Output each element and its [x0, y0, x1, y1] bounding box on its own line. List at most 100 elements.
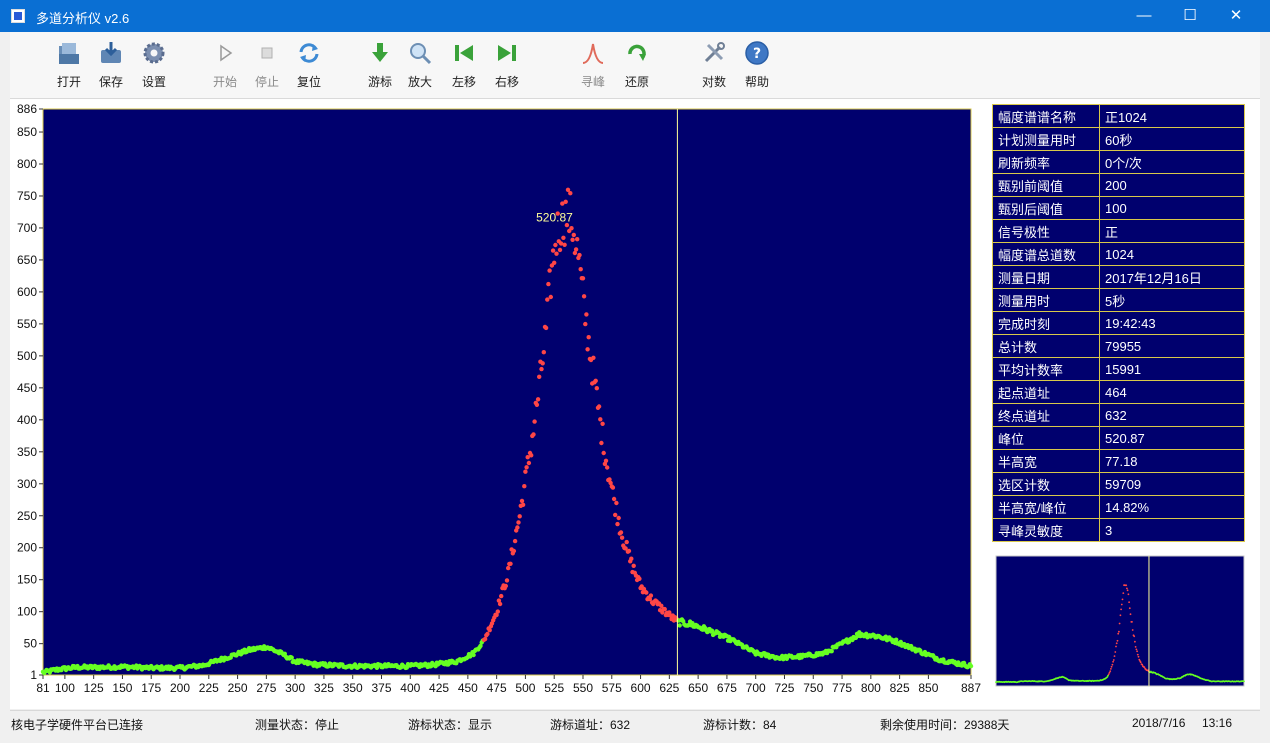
minimap-point	[1126, 587, 1128, 590]
y-tick-label: 300	[17, 477, 37, 491]
info-key: 甄别后阈值	[992, 196, 1100, 220]
data-point	[578, 267, 583, 272]
save-button[interactable]: 保存	[89, 40, 133, 96]
minimap-point	[1108, 671, 1111, 674]
data-point	[529, 453, 534, 458]
data-point	[504, 578, 510, 583]
x-tick-label: 425	[429, 681, 449, 695]
info-key: 幅度谱谱名称	[992, 104, 1100, 128]
info-key: 计划测量用时	[992, 127, 1100, 151]
data-point	[600, 421, 605, 426]
close-button[interactable]: ✕	[1213, 0, 1259, 32]
data-point	[569, 226, 574, 231]
data-point	[577, 252, 582, 258]
data-point	[594, 386, 599, 391]
x-tick-label: 525	[544, 681, 564, 695]
info-row: 终点道址 632	[992, 403, 1245, 427]
minimap-point	[1112, 659, 1115, 661]
data-point	[571, 232, 576, 238]
data-point	[554, 251, 559, 256]
info-row: 平均计数率 15991	[992, 357, 1245, 381]
data-point	[585, 347, 590, 352]
x-tick-label: 800	[861, 681, 881, 695]
info-row: 甄别后阈值 100	[992, 196, 1245, 220]
minimap-point	[1133, 635, 1136, 638]
data-point	[485, 631, 490, 637]
data-point	[516, 520, 521, 525]
minimap-point	[1135, 648, 1138, 651]
minimap-point	[1115, 642, 1118, 645]
info-key: 寻峰灵敏度	[992, 518, 1100, 542]
reset-button[interactable]: 复位	[287, 40, 331, 96]
data-point	[545, 297, 550, 302]
info-row: 寻峰灵敏度 3	[992, 518, 1245, 542]
data-point	[512, 538, 518, 544]
minimap-point	[1110, 665, 1113, 668]
move-right-button[interactable]: 右移	[485, 40, 529, 96]
open-folder-icon	[59, 43, 79, 64]
x-tick-label: 887	[961, 681, 981, 695]
spectrum-chart[interactable]: 1501001502002503003504004505005506006507…	[10, 99, 985, 709]
x-tick-label: 850	[918, 681, 938, 695]
minimap-point	[1243, 680, 1245, 683]
info-value: 3	[1099, 518, 1245, 542]
data-point	[601, 450, 606, 456]
minimap-point	[1110, 668, 1112, 670]
info-row: 测量日期 2017年12月16日	[992, 265, 1245, 289]
stop-button[interactable]: 停止	[245, 40, 289, 96]
minimap-point	[1120, 603, 1123, 606]
data-point	[573, 247, 579, 252]
data-point	[526, 460, 532, 466]
spectrum-minimap[interactable]	[995, 555, 1246, 688]
tools-icon	[704, 42, 725, 63]
data-point	[537, 374, 542, 379]
minimap-point	[1122, 592, 1125, 594]
info-row: 刷新频率 0个/次	[992, 150, 1245, 174]
info-row: 总计数 79955	[992, 334, 1245, 358]
data-point	[591, 355, 596, 360]
info-value: 77.18	[1099, 449, 1245, 473]
maximize-button[interactable]: ☐	[1167, 0, 1213, 32]
help-icon: ?	[745, 41, 769, 65]
cursor-button[interactable]: 游标	[358, 40, 402, 96]
find-peak-button[interactable]: 寻峰	[571, 40, 615, 96]
data-point	[584, 312, 589, 317]
open-button[interactable]: 打开	[47, 40, 91, 96]
help-button[interactable]: ? 帮助	[735, 40, 779, 96]
window-title: 多道分析仪 v2.6	[36, 11, 130, 26]
settings-button[interactable]: 设置	[132, 40, 176, 96]
data-point	[611, 496, 617, 502]
minimap-point	[1118, 622, 1121, 625]
y-tick-label: 886	[17, 102, 37, 116]
data-point	[610, 485, 616, 490]
measure-state: 测量状态：停止	[255, 718, 340, 732]
restore-button[interactable]: 还原	[615, 40, 659, 96]
data-point	[605, 465, 610, 470]
info-value: 60秒	[1099, 127, 1245, 151]
minimap-point	[1121, 598, 1124, 601]
x-tick-label: 350	[343, 681, 363, 695]
info-key: 刷新频率	[992, 150, 1100, 174]
start-button[interactable]: 开始	[203, 40, 247, 96]
log-button[interactable]: 对数	[692, 40, 736, 96]
x-tick-label: 750	[803, 681, 823, 695]
data-point	[568, 191, 573, 196]
move-left-button[interactable]: 左移	[442, 40, 486, 96]
zoom-button[interactable]: 放大	[398, 40, 442, 96]
data-point	[546, 281, 551, 287]
data-point	[541, 350, 546, 355]
minimize-button[interactable]: —	[1121, 0, 1167, 32]
data-point	[662, 606, 667, 612]
data-point	[629, 556, 634, 561]
info-row: 起点道址 464	[992, 380, 1245, 404]
data-point	[570, 237, 575, 242]
plot-background	[42, 108, 972, 676]
cursor-count: 游标计数：84	[703, 718, 777, 732]
info-row: 幅度谱总道数 1024	[992, 242, 1245, 266]
data-point	[508, 561, 513, 566]
data-point	[637, 576, 642, 581]
play-icon	[220, 44, 233, 62]
info-key: 半高宽/峰位	[992, 495, 1100, 519]
info-row: 半高宽 77.18	[992, 449, 1245, 473]
data-point	[499, 593, 504, 599]
